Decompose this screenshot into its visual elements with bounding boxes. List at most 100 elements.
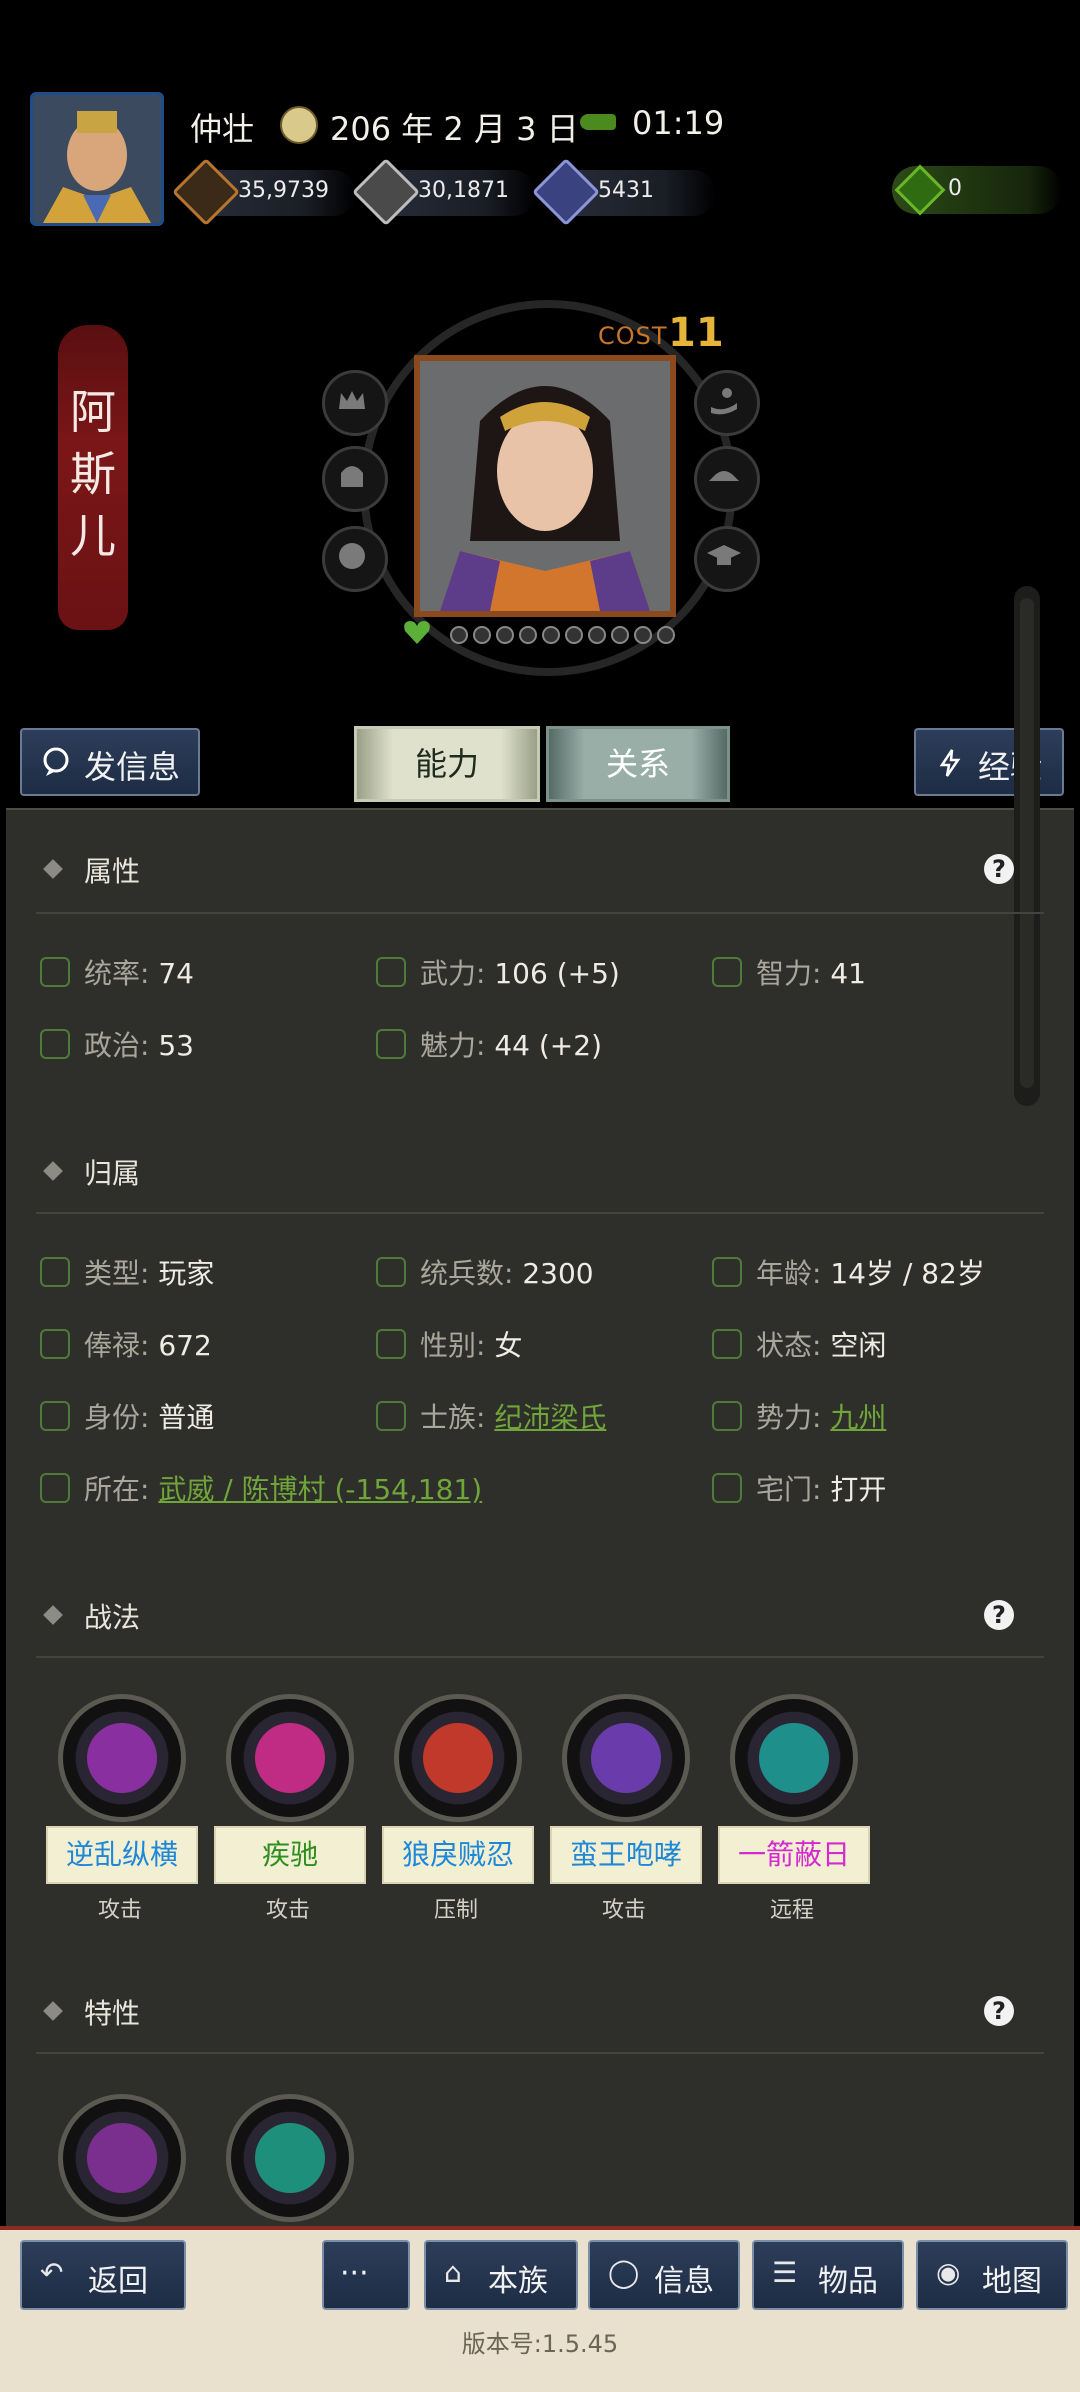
trait-icon-warrior[interactable]	[226, 2094, 354, 2222]
scrollbar-thumb[interactable]	[1020, 598, 1034, 1088]
clan-button[interactable]: ⌂ 本族	[424, 2240, 578, 2310]
trait-icon-person[interactable]	[58, 2094, 186, 2222]
skill-type: 压制	[433, 1898, 478, 1923]
page-dot	[542, 626, 560, 644]
skill-icon-manwang[interactable]	[562, 1694, 690, 1822]
eye-icon	[376, 1029, 406, 1059]
brain-icon	[712, 957, 742, 987]
gem-resource[interactable]: 0	[892, 164, 1062, 216]
info-button[interactable]: ◯ 信息	[588, 2240, 740, 2310]
coins-resource[interactable]: 35,9739	[172, 158, 356, 226]
name-char: 阿	[70, 385, 116, 439]
attr-gender: 性别: 女	[376, 1324, 522, 1364]
attr-faction: 势力: 九州	[712, 1396, 886, 1436]
map-button[interactable]: ◉ 地图	[916, 2240, 1068, 2310]
person-icon	[376, 1257, 406, 1287]
mask-icon[interactable]	[322, 526, 388, 592]
cost-label: COST	[598, 322, 668, 350]
skill-name[interactable]: 疾驰	[214, 1826, 366, 1884]
yen-icon	[40, 1329, 70, 1359]
character-portrait[interactable]	[414, 355, 676, 617]
name-char: 儿	[70, 509, 116, 563]
page-dot	[611, 626, 629, 644]
location-link[interactable]: 武威 / 陈博村 (-154,181)	[158, 1473, 482, 1506]
items-button[interactable]: ☰ 物品	[752, 2240, 904, 2310]
game-date: 206 年 2 月 3 日	[330, 110, 579, 148]
attr-force: 武力: 106 (+5)	[376, 952, 620, 992]
back-button[interactable]: ↶ 返回	[20, 2240, 186, 2310]
divider	[36, 1212, 1044, 1214]
tab-ability[interactable]: 能力	[354, 726, 540, 802]
attr-clan: 士族: 纪沛梁氏	[376, 1396, 606, 1436]
coins-icon	[172, 158, 240, 226]
page-dot	[450, 626, 468, 644]
clan-icon: ⌂	[444, 2256, 462, 2289]
traits-help-button[interactable]: ?	[984, 1996, 1014, 2026]
identity-icon	[40, 1401, 70, 1431]
attr-location: 所在: 武威 / 陈博村 (-154,181)	[40, 1468, 482, 1508]
gift-hand-icon[interactable]	[694, 370, 760, 436]
faction-icon	[712, 1401, 742, 1431]
name-char: 斯	[70, 447, 116, 501]
tactics-help-button[interactable]: ?	[984, 1600, 1014, 1630]
page-dot	[473, 626, 491, 644]
age-icon	[712, 1257, 742, 1287]
soldier-resource[interactable]: 5431	[532, 158, 716, 226]
calendar-check-icon	[40, 1257, 70, 1287]
attr-troops: 统兵数: 2300	[376, 1252, 594, 1292]
send-message-button[interactable]: 发信息	[20, 728, 200, 796]
skill-icon-jichi[interactable]	[226, 1694, 354, 1822]
page-dot	[496, 626, 514, 644]
more-button[interactable]: ···	[322, 2240, 410, 2310]
skill-icon-langli[interactable]	[394, 1694, 522, 1822]
skill-name[interactable]: 蛮王咆哮	[550, 1826, 702, 1884]
attr-age: 年龄: 14岁 / 82岁	[712, 1252, 985, 1292]
clan-icon	[376, 1401, 406, 1431]
attr-status: 状态: 空闲	[712, 1324, 886, 1364]
character-detail-panel[interactable]	[6, 808, 1074, 2230]
chat-icon: ◯	[608, 2256, 640, 2289]
page-dot	[634, 626, 652, 644]
skill-icon-nilian[interactable]	[58, 1694, 186, 1822]
skill-name[interactable]: 狼戾贼忍	[382, 1826, 534, 1884]
skill-name[interactable]: 逆乱纵横	[46, 1826, 198, 1884]
gem-bag-icon	[894, 164, 946, 216]
clan-link[interactable]: 纪沛梁氏	[494, 1401, 606, 1434]
graduation-cap-icon[interactable]	[694, 526, 760, 592]
calendar-icon	[280, 106, 318, 144]
player-avatar[interactable]	[30, 92, 164, 226]
cost-value: 11	[668, 310, 724, 356]
skill-icon-yijian[interactable]	[730, 1694, 858, 1822]
game-time: 01:19	[632, 104, 725, 142]
heart-icon	[402, 618, 432, 646]
skill-type: 远程	[769, 1898, 814, 1923]
soldier-icon	[532, 158, 600, 226]
grain-resource[interactable]: 30,1871	[352, 158, 536, 226]
tab-relation[interactable]: 关系	[546, 726, 730, 802]
faction-link[interactable]: 九州	[830, 1401, 886, 1434]
page-dot	[657, 626, 675, 644]
player-name: 仲壮	[190, 110, 255, 148]
time-icon	[580, 114, 616, 130]
status-icon	[712, 1329, 742, 1359]
experience-button[interactable]: 经验	[914, 728, 1064, 796]
scrollbar[interactable]	[1014, 586, 1040, 1106]
attr-gate: 宅门: 打开	[712, 1468, 886, 1508]
location-icon	[40, 1473, 70, 1503]
skill-name[interactable]: 一箭蔽日	[718, 1826, 870, 1884]
grain-icon	[352, 158, 420, 226]
back-arrow-icon: ↶	[40, 2256, 64, 2289]
attributes-help-button[interactable]: ?	[984, 854, 1014, 884]
crown-icon[interactable]	[322, 370, 388, 436]
tactics-title: 战法	[84, 1601, 141, 1634]
character-name-banner: 阿 斯 儿	[58, 325, 128, 630]
hat-icon[interactable]	[694, 446, 760, 512]
skill-type: 攻击	[97, 1898, 142, 1923]
gender-icon	[376, 1329, 406, 1359]
attr-command: 统率: 74	[40, 952, 194, 992]
traits-title: 特性	[84, 1997, 141, 2030]
flag-icon	[40, 957, 70, 987]
page-dot	[519, 626, 537, 644]
helmet-icon[interactable]	[322, 446, 388, 512]
lightning-icon	[939, 749, 961, 777]
